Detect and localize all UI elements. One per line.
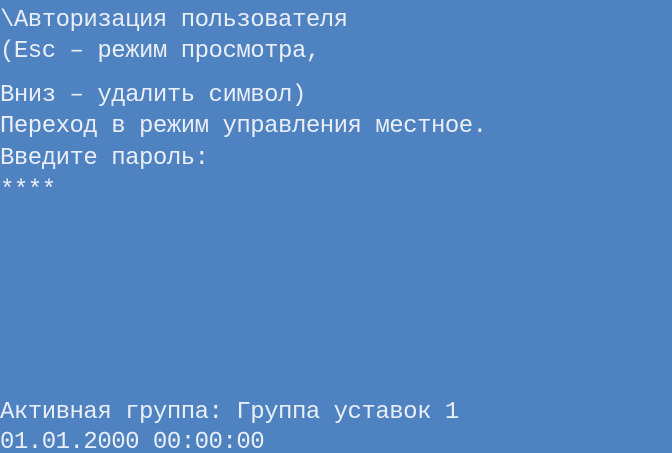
- hint-escape-view-mode: (Esc – режим просмотра,: [0, 38, 320, 65]
- terminal-screen: \Авторизация пользователя (Esc – режим п…: [0, 0, 672, 453]
- password-input[interactable]: ****: [0, 177, 56, 205]
- datetime-display: 01.01.2000 00:00:00: [0, 429, 265, 453]
- mode-change-message: Переход в режим управления местное.: [0, 113, 487, 140]
- password-prompt: Введите пароль:: [0, 145, 209, 172]
- active-group-status: Активная группа: Группа уставок 1: [0, 399, 459, 426]
- hint-down-delete-symbol: Вниз – удалить символ): [0, 82, 306, 109]
- screen-title: \Авторизация пользователя: [0, 7, 348, 34]
